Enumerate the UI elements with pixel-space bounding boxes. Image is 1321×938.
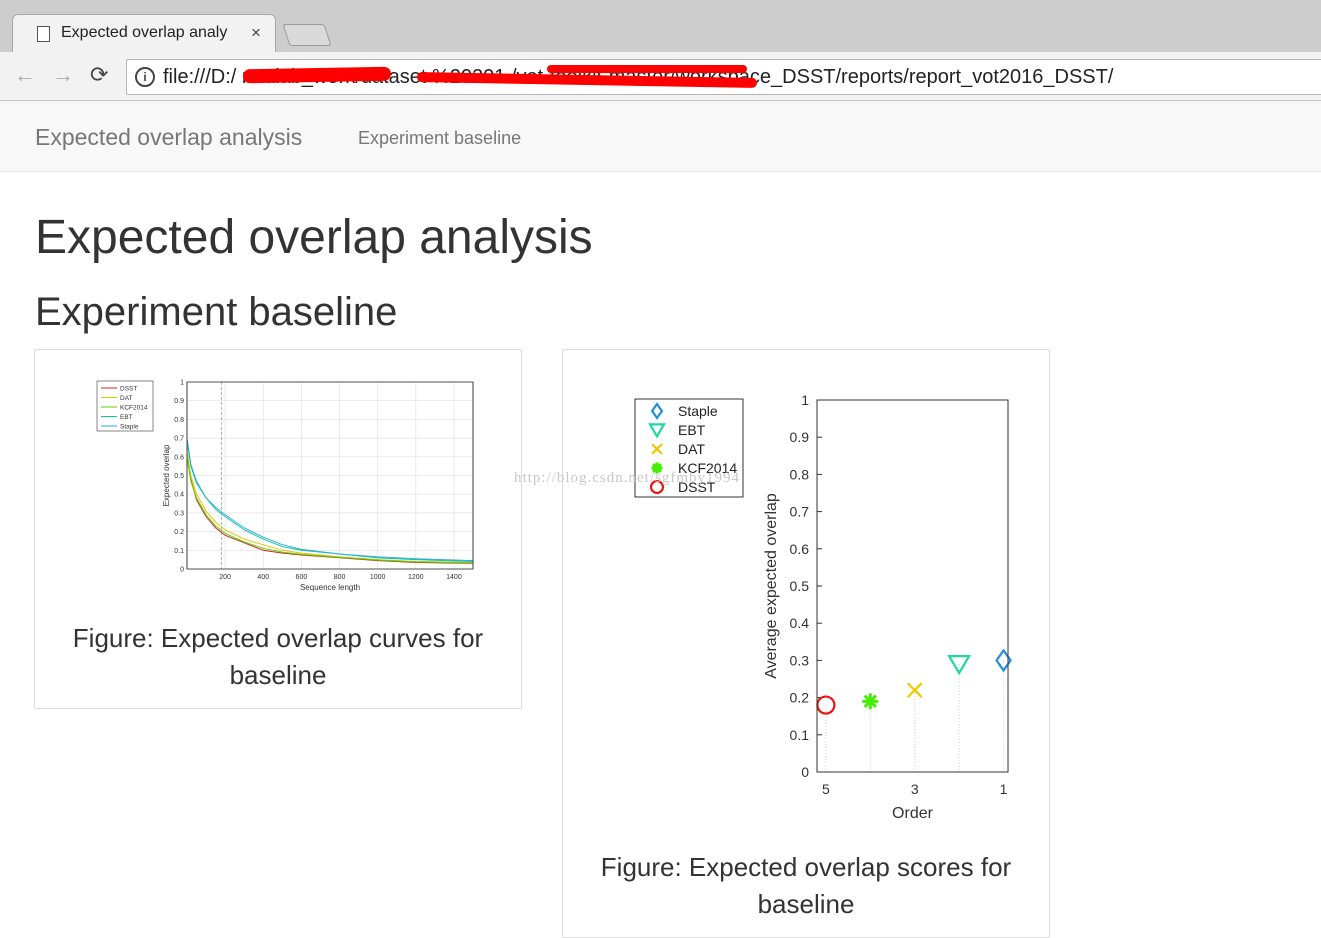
redaction-mark [242,66,392,84]
x-tick-label: 1200 [408,574,424,581]
curves-caption-line2: baseline [229,660,327,690]
x-axis-label: Order [892,805,934,822]
y-tick-label: 0.2 [174,529,184,536]
y-tick-label: 0.9 [174,398,184,405]
scores-figure-card: 0 0.1 0.2 0.3 0.4 0.5 0.6 0.7 0.8 0.9 1 5 3 1 Order Ave… [562,349,1050,938]
legend-label: EBT [678,422,706,438]
plot-area [816,399,1009,773]
y-axis-label: Expected overlap [162,444,171,506]
y-tick-label: 0 [180,567,184,574]
expected-overlap-scores-chart: 0 0.1 0.2 0.3 0.4 0.5 0.6 0.7 0.8 0.9 1 5 3 1 Order Ave… [634,392,1012,822]
x-tick-label: 200 [219,574,231,581]
x-tick-label: 5 [822,781,830,797]
y-tick-label: 0.3 [174,510,184,517]
curves-figure-card: 200 400 600 800 1000 1200 1400 0 0.1 0.2 0.3 0.4 0.5… [34,349,522,709]
x-tick-label: 1400 [446,574,462,581]
page-title: Expected overlap analysis [35,211,593,264]
address-bar[interactable]: i file:///D:/ matlab_work/dataset %20201… [126,59,1321,95]
page-navbar: Expected overlap analysis Experiment bas… [0,101,1321,172]
info-icon[interactable]: i [135,67,155,87]
browser-tab[interactable]: Expected overlap analy × [12,14,276,53]
x-tick-label: 1 [1000,781,1008,797]
reload-button[interactable]: ⟳ [90,64,108,86]
x-tick-label: 3 [911,781,919,797]
y-tick-label: 0.4 [790,615,810,631]
y-axis-label: Average expected overlap [763,493,780,679]
scores-caption-line1: Figure: Expected overlap scores for [600,852,1012,882]
y-tick-label: 0.4 [174,492,184,499]
x-tick-label: 1000 [370,574,386,581]
scores-caption-line2: baseline [757,889,855,919]
page-icon [37,26,50,42]
legend-label: DAT [120,395,133,402]
marker-kcf2014 [862,693,879,710]
section-title: Experiment baseline [35,290,398,334]
x-tick-label: 400 [257,574,269,581]
legend-label: Staple [678,403,718,419]
curves-caption: Figure: Expected overlap curves for base… [45,620,511,694]
tab-strip: Expected overlap analy × [0,0,1321,53]
y-tick-label: 0.1 [790,727,810,743]
x-tick-label: 600 [296,574,308,581]
legend-label: DAT [678,441,705,457]
y-tick-label: 0.5 [174,473,184,480]
y-tick-label: 0.2 [790,690,810,706]
y-tick-label: 0.6 [174,454,184,461]
back-button[interactable]: ← [14,64,36,86]
legend-label: Staple [120,424,139,431]
x-tick-label: 800 [334,574,346,581]
redaction-mark [547,65,747,73]
y-tick-label: 1 [801,392,809,408]
scores-caption: Figure: Expected overlap scores for base… [573,849,1039,923]
y-tick-label: 0.8 [790,466,810,482]
y-tick-label: 1 [180,380,184,387]
y-tick-label: 0.1 [174,548,184,555]
browser-toolbar: ← → ⟳ i file:///D:/ matlab_work/dataset … [0,52,1321,101]
navbar-brand[interactable]: Expected overlap analysis [35,124,302,151]
x-axis-label: Sequence length [300,583,360,592]
tab-title: Expected overlap analy [61,24,228,41]
y-tick-label: 0.8 [174,417,184,424]
y-tick-label: 0.6 [790,541,810,557]
curves-caption-line1: Figure: Expected overlap curves for [72,623,484,653]
expected-overlap-curves-chart: 200 400 600 800 1000 1200 1400 0 0.1 0.2 0.3 0.4 0.5… [96,380,474,592]
y-tick-label: 0.5 [790,578,810,594]
new-tab-button[interactable] [282,24,332,46]
legend-label: EBT [120,414,133,421]
watermark-text: http://blog.csdn.net/sgfmby1994 [514,470,740,486]
forward-button[interactable]: → [52,64,74,86]
y-tick-label: 0 [801,764,809,780]
nav-link-experiment-baseline[interactable]: Experiment baseline [358,128,521,149]
y-tick-label: 0.7 [174,436,184,443]
legend-label: KCF2014 [120,405,148,412]
y-tick-label: 0.9 [790,429,810,445]
y-tick-label: 0.7 [790,504,810,520]
legend-label: DSST [120,386,137,393]
close-tab-icon[interactable]: × [251,23,261,43]
y-tick-label: 0.3 [790,652,810,668]
